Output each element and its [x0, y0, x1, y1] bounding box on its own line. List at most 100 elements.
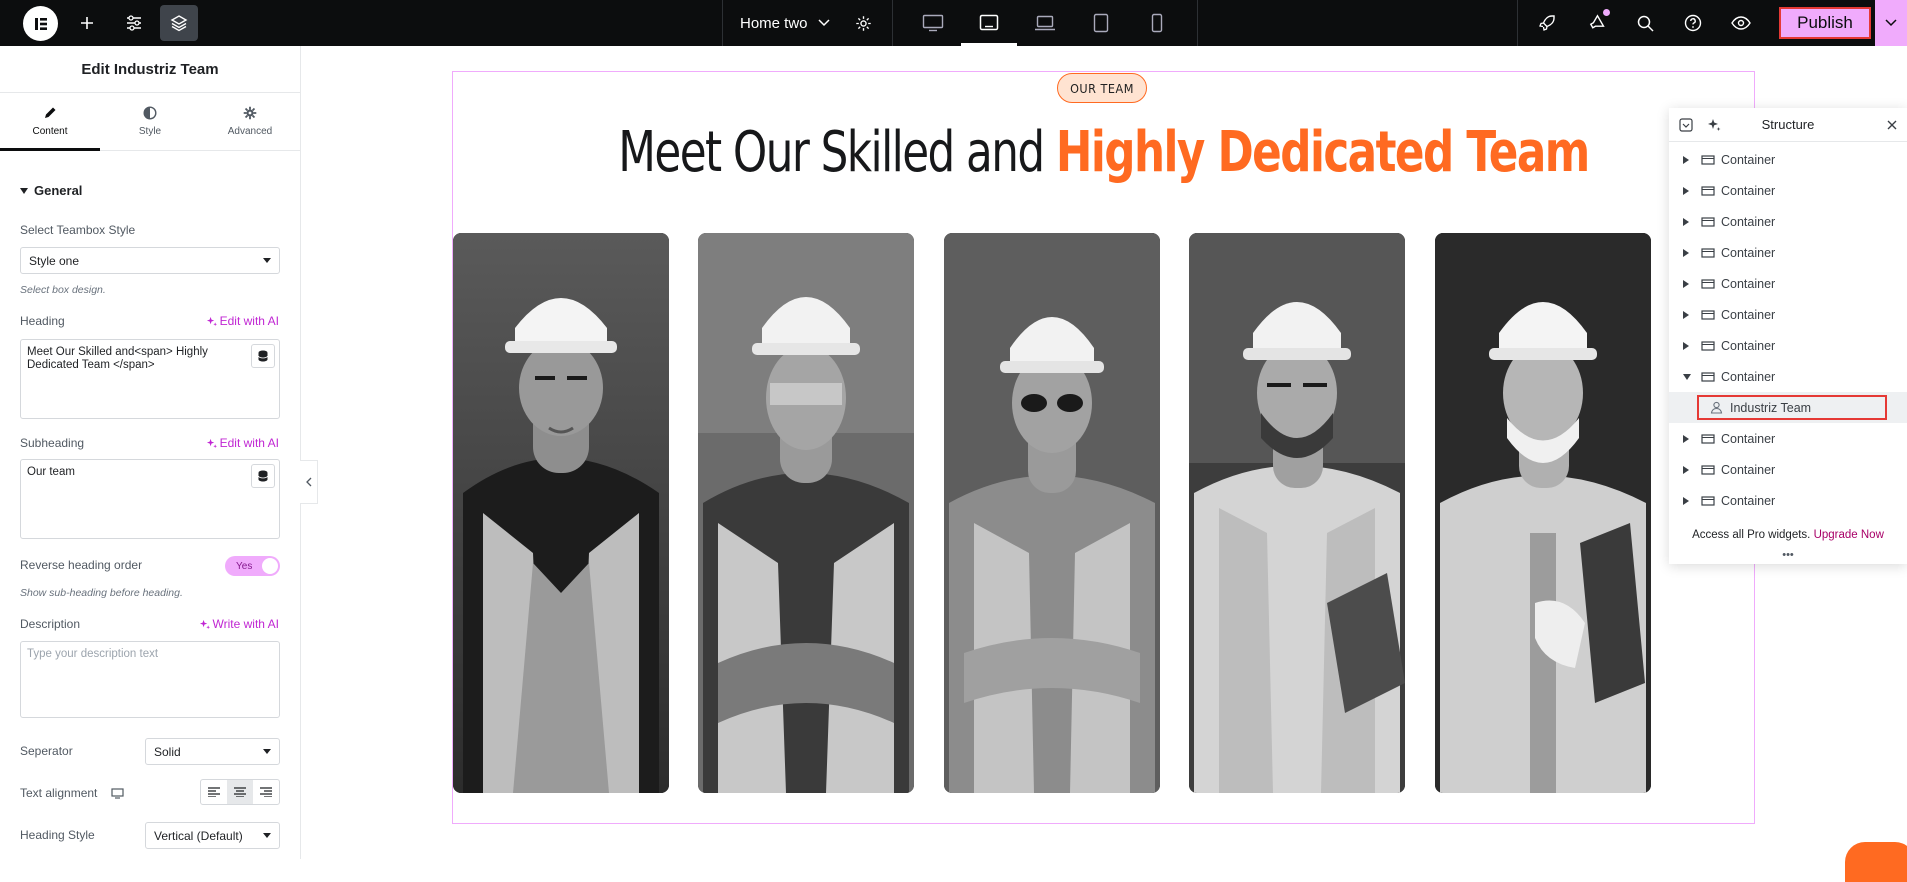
divider	[1517, 0, 1518, 46]
heading-edit-with-ai-button[interactable]: Edit with AI	[206, 314, 279, 328]
ai-sparkle-icon[interactable]	[1707, 118, 1721, 132]
subheading-edit-with-ai-button[interactable]: Edit with AI	[206, 436, 279, 450]
caret-right-icon[interactable]	[1683, 186, 1689, 195]
caret-down-icon	[263, 258, 271, 263]
section-heading: Meet Our Skilled and Highly Dedicated Te…	[595, 120, 1611, 185]
caret-down-icon[interactable]	[1683, 373, 1691, 380]
half-circle-icon	[143, 106, 157, 120]
align-right-icon[interactable]	[253, 780, 279, 804]
description-label: Description	[20, 617, 81, 631]
caret-right-icon[interactable]	[1683, 248, 1689, 257]
structure-item-container[interactable]: Container	[1669, 237, 1907, 268]
caret-right-icon[interactable]	[1683, 155, 1689, 164]
structure-layers-icon[interactable]	[160, 5, 198, 41]
close-icon[interactable]	[1887, 120, 1897, 130]
container-icon	[1701, 495, 1715, 506]
tablet-portrait-view-icon[interactable]	[1073, 0, 1129, 46]
structure-item-label: Container	[1721, 493, 1776, 508]
structure-item-container[interactable]: Container	[1669, 454, 1907, 485]
team-member-photo[interactable]	[698, 233, 914, 793]
caret-right-icon[interactable]	[1683, 310, 1689, 319]
laptop-view-icon[interactable]	[1017, 0, 1073, 46]
responsive-desktop-icon[interactable]	[111, 787, 124, 799]
tablet-landscape-view-icon[interactable]	[961, 0, 1017, 46]
structure-item-container[interactable]: Container	[1669, 268, 1907, 299]
text-alignment-label: Text alignment	[20, 786, 98, 800]
collapse-all-icon[interactable]	[1679, 118, 1693, 132]
desktop-view-icon[interactable]	[905, 0, 961, 46]
align-left-icon[interactable]	[201, 780, 227, 804]
reverse-heading-toggle[interactable]: Yes	[225, 556, 280, 576]
structure-item-container[interactable]: Container	[1669, 361, 1907, 392]
page-settings-gear-icon[interactable]	[852, 0, 874, 46]
separator-label: Seperator	[20, 744, 73, 758]
floating-action-button[interactable]	[1845, 842, 1907, 882]
site-settings-icon[interactable]	[115, 5, 153, 41]
structure-item-container[interactable]: Container	[1669, 423, 1907, 454]
align-center-icon[interactable]	[227, 780, 253, 804]
caret-right-icon[interactable]	[1683, 496, 1689, 505]
separator-value: Solid	[154, 744, 181, 759]
container-icon	[1701, 340, 1715, 351]
heading-style-select[interactable]: Vertical (Default)	[145, 822, 280, 849]
tab-advanced-label: Advanced	[227, 126, 273, 137]
teambox-style-hint: Select box design.	[20, 284, 106, 296]
subheading-textarea[interactable]: Our team	[20, 459, 280, 539]
rocket-icon[interactable]	[1536, 0, 1558, 46]
structure-item-container[interactable]: Container	[1669, 175, 1907, 206]
container-icon	[1701, 278, 1715, 289]
structure-item-label: Container	[1721, 338, 1776, 353]
container-icon	[1701, 154, 1715, 165]
dynamic-tags-icon[interactable]	[251, 344, 275, 368]
page-selector[interactable]: Home two	[740, 0, 830, 46]
separator-select[interactable]: Solid	[145, 738, 280, 765]
description-write-with-ai-button[interactable]: Write with AI	[199, 617, 279, 631]
caret-down-icon	[263, 749, 271, 754]
whats-new-megaphone-icon[interactable]	[1586, 0, 1608, 46]
caret-right-icon[interactable]	[1683, 217, 1689, 226]
dynamic-tags-icon[interactable]	[251, 464, 275, 488]
teambox-style-select[interactable]: Style one	[20, 247, 280, 274]
caret-right-icon[interactable]	[1683, 434, 1689, 443]
help-icon[interactable]	[1682, 0, 1704, 46]
structure-item-widget[interactable]: Industriz Team	[1669, 392, 1907, 423]
panel-title: Edit Industriz Team	[0, 46, 300, 93]
mobile-view-icon[interactable]	[1129, 0, 1185, 46]
container-icon	[1701, 185, 1715, 196]
tab-style[interactable]: Style	[100, 93, 200, 150]
structure-item-container[interactable]: Container	[1669, 206, 1907, 237]
structure-item-container[interactable]: Container	[1669, 485, 1907, 516]
caret-right-icon[interactable]	[1683, 279, 1689, 288]
team-member-photo[interactable]	[1189, 233, 1405, 793]
structure-item-container[interactable]: Container	[1669, 144, 1907, 175]
heading-highlight-text: Highly Dedicated Team	[1055, 120, 1590, 185]
team-member-photo[interactable]	[944, 233, 1160, 793]
add-element-icon[interactable]	[68, 5, 106, 41]
structure-item-container[interactable]: Container	[1669, 330, 1907, 361]
tab-advanced[interactable]: Advanced	[200, 93, 300, 150]
upgrade-now-link[interactable]: Upgrade Now	[1814, 529, 1884, 541]
description-textarea[interactable]: Type your description text	[20, 641, 280, 718]
structure-panel: Structure Container Container Container Con…	[1669, 108, 1907, 564]
pro-upsell-text: Access all Pro widgets. Upgrade Now	[1669, 529, 1907, 541]
heading-textarea[interactable]: Meet Our Skilled and<span> Highly Dedica…	[20, 339, 280, 419]
caret-right-icon[interactable]	[1683, 341, 1689, 350]
structure-item-label: Container	[1721, 431, 1776, 446]
publish-button[interactable]: Publish	[1779, 7, 1871, 39]
preview-eye-icon[interactable]	[1730, 0, 1752, 46]
search-icon[interactable]	[1634, 0, 1656, 46]
caret-right-icon[interactable]	[1683, 465, 1689, 474]
team-member-photo[interactable]	[1435, 233, 1651, 793]
container-icon	[1701, 309, 1715, 320]
structure-item-label: Container	[1721, 214, 1776, 229]
structure-item-container[interactable]: Container	[1669, 299, 1907, 330]
text-alignment-control	[200, 779, 280, 805]
tab-content[interactable]: Content	[0, 93, 100, 151]
container-icon	[1701, 433, 1715, 444]
section-general-toggle[interactable]: General	[20, 183, 82, 198]
publish-options-chevron-icon[interactable]	[1875, 0, 1907, 46]
more-options-icon[interactable]: •••	[1669, 550, 1907, 561]
elementor-logo-icon[interactable]	[23, 6, 58, 41]
team-member-photo[interactable]	[453, 233, 669, 793]
collapse-panel-chevron-left-icon[interactable]	[300, 460, 318, 504]
